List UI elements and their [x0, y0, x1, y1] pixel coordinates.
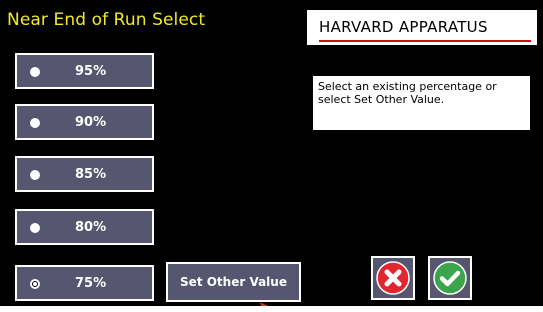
radio-icon — [30, 118, 40, 128]
pump-screen: Near End of Run Select HARVARD APPARATUS… — [0, 0, 543, 306]
cancel-button[interactable] — [371, 256, 415, 300]
option-label: 85% — [75, 167, 107, 182]
option-label: 80% — [75, 220, 107, 235]
x-circle-icon — [376, 261, 410, 295]
info-text: Select an existing percentage or select … — [313, 76, 530, 130]
option-label: 75% — [75, 276, 107, 291]
option-85-button[interactable]: 85% — [15, 156, 154, 192]
option-80-button[interactable]: 80% — [15, 209, 154, 245]
option-90-button[interactable]: 90% — [15, 104, 154, 140]
option-95-button[interactable]: 95% — [15, 53, 154, 89]
brand-underline — [319, 40, 531, 42]
radio-icon — [30, 223, 40, 233]
radio-icon — [30, 170, 40, 180]
set-other-value-button[interactable]: Set Other Value — [166, 262, 301, 302]
check-circle-icon — [433, 261, 467, 295]
confirm-button[interactable] — [428, 256, 472, 300]
option-label: 95% — [75, 64, 107, 79]
radio-icon — [30, 67, 40, 77]
page-title: Near End of Run Select — [7, 10, 206, 30]
radio-selected-icon — [30, 279, 40, 289]
option-75-button[interactable]: 75% — [15, 265, 154, 301]
brand-name: HARVARD APPARATUS — [319, 18, 488, 36]
option-label: 90% — [75, 115, 107, 130]
brand-panel: HARVARD APPARATUS — [307, 10, 537, 45]
